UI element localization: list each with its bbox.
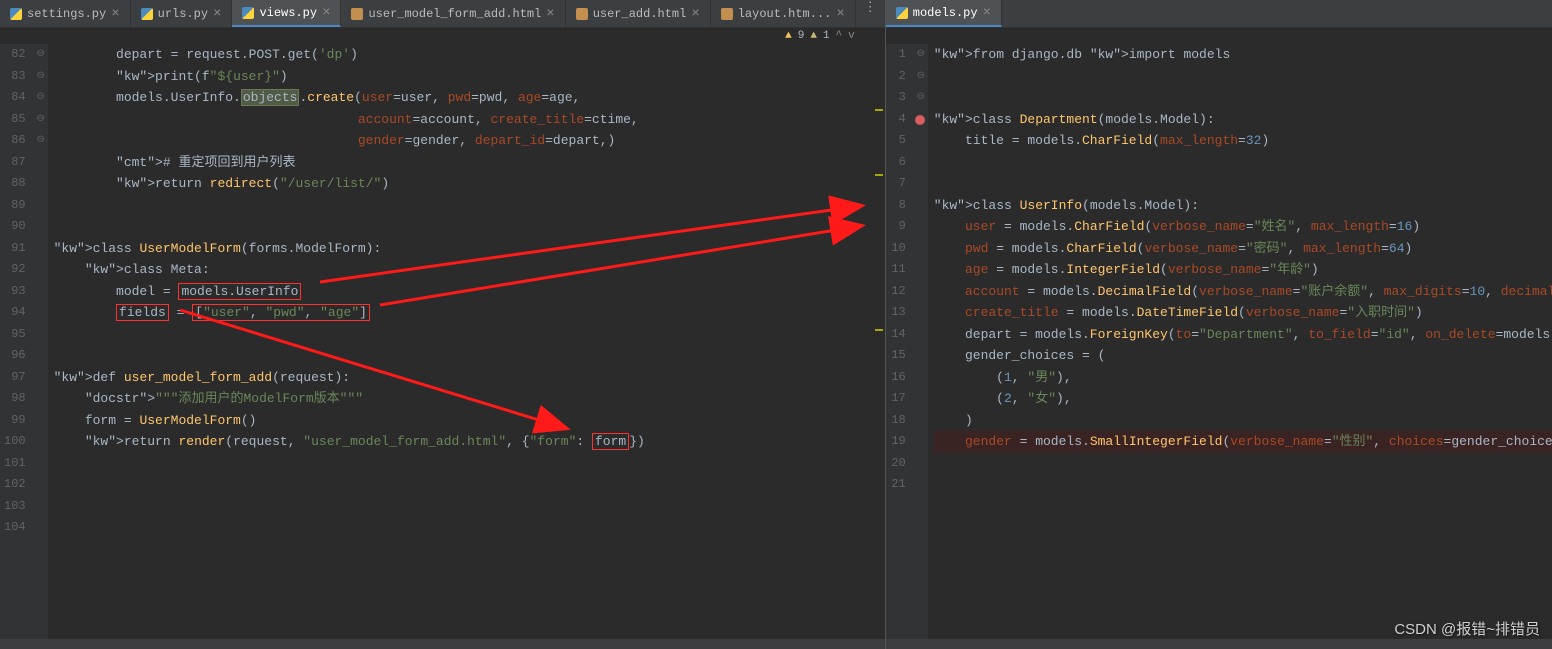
close-icon[interactable]: × xyxy=(213,6,221,22)
html-icon xyxy=(351,8,363,20)
right-scrollbar-h[interactable] xyxy=(886,639,1552,649)
html-icon xyxy=(576,8,588,20)
right-editor-pane: models.py× ⋮ ▲1 ^ v 12345678910111213141… xyxy=(886,0,1552,649)
right-code-area[interactable]: "kw">from django.db "kw">import models"k… xyxy=(928,44,1552,639)
right-gutter: 123456789101112131415161718192021 ⊖⊖⊖ xyxy=(886,44,928,639)
close-icon[interactable]: × xyxy=(691,6,699,22)
right-tabs: models.py× ⋮ xyxy=(886,0,1552,28)
left-code-area[interactable]: depart = request.POST.get('dp') "kw">pri… xyxy=(48,44,885,639)
left-editor-pane: settings.py× urls.py× views.py× user_mod… xyxy=(0,0,886,649)
expand-icon[interactable]: v xyxy=(848,30,855,42)
right-editor[interactable]: 123456789101112131415161718192021 ⊖⊖⊖ "k… xyxy=(886,44,1552,639)
python-icon xyxy=(242,7,254,19)
left-editor[interactable]: 8283848586878889909192939495969798991001… xyxy=(0,44,885,639)
tab-models-py[interactable]: models.py× xyxy=(886,0,1002,27)
tab-views-py[interactable]: views.py× xyxy=(232,0,341,27)
left-marker-bar[interactable] xyxy=(873,44,885,639)
close-icon[interactable]: × xyxy=(546,6,554,22)
tab-settings-py[interactable]: settings.py× xyxy=(0,0,131,27)
error-icon[interactable]: ▲ xyxy=(785,30,792,42)
python-icon xyxy=(896,7,908,19)
collapse-icon[interactable]: ^ xyxy=(836,30,843,42)
python-icon xyxy=(141,8,153,20)
tab-urls-py[interactable]: urls.py× xyxy=(131,0,233,27)
close-icon[interactable]: × xyxy=(322,5,330,21)
close-icon[interactable]: × xyxy=(983,5,991,21)
right-status-bar: ▲1 ^ v xyxy=(886,28,1552,44)
tab-layout-html[interactable]: layout.htm...× xyxy=(711,0,856,27)
tab-overflow-icon[interactable]: ⋮ xyxy=(856,0,885,27)
python-icon xyxy=(10,8,22,20)
tab-user-model-form-add-html[interactable]: user_model_form_add.html× xyxy=(341,0,565,27)
left-gutter: 8283848586878889909192939495969798991001… xyxy=(0,44,48,639)
left-scrollbar-h[interactable] xyxy=(0,639,885,649)
warning-icon[interactable]: ▲ xyxy=(810,30,817,42)
watermark: CSDN @报错~排错员 xyxy=(1394,618,1540,639)
close-icon[interactable]: × xyxy=(836,6,844,22)
tab-user-add-html[interactable]: user_add.html× xyxy=(566,0,711,27)
close-icon[interactable]: × xyxy=(111,6,119,22)
left-status-bar: ▲9 ▲1 ^ v xyxy=(0,28,885,44)
html-icon xyxy=(721,8,733,20)
left-tabs: settings.py× urls.py× views.py× user_mod… xyxy=(0,0,885,28)
